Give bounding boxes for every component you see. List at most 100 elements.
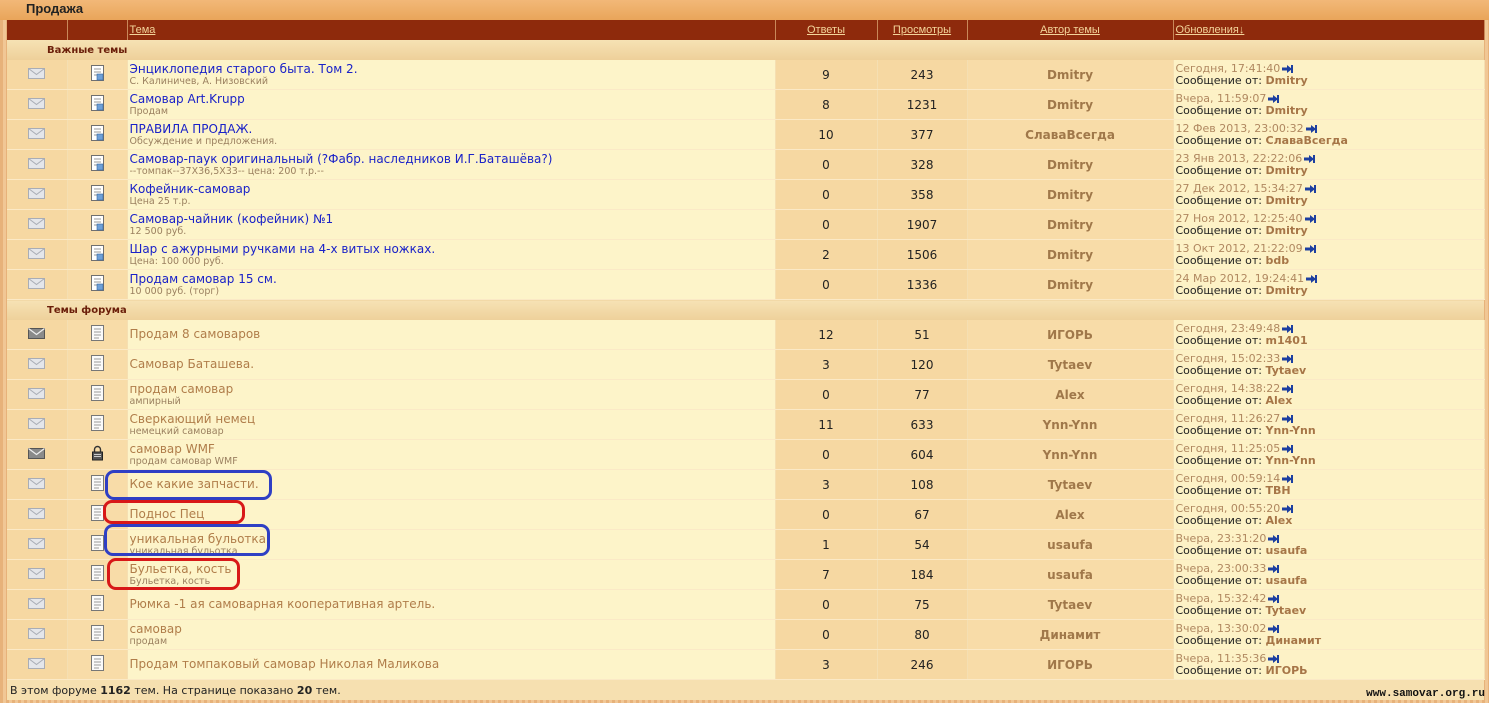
envelope-icon (28, 417, 46, 432)
topic-author-link[interactable]: Alex (967, 379, 1174, 410)
topic-author-link[interactable]: Ynn-Ynn (967, 409, 1174, 440)
go-to-last-post-icon[interactable] (1303, 242, 1316, 255)
topic-author-link[interactable]: Dmitry (967, 149, 1174, 180)
topic-author-link[interactable]: usaufa (967, 529, 1174, 560)
topic-title-link[interactable]: ПРАВИЛА ПРОДАЖ. (130, 123, 775, 136)
replies-count: 0 (775, 209, 878, 240)
topic-title-link[interactable]: Энциклопедия старого быта. Том 2. (130, 63, 775, 76)
topic-title-link[interactable]: Рюмка -1 ая самоварная кооперативная арт… (130, 598, 775, 611)
topic-title-link[interactable]: самовар (130, 623, 775, 636)
last-poster-link[interactable]: Tytaev (1266, 364, 1307, 377)
topic-author-link[interactable]: Dmitry (967, 179, 1174, 210)
topic-author-link[interactable]: Dmitry (967, 269, 1174, 300)
topic-author-link[interactable]: Dmitry (967, 209, 1174, 240)
column-views[interactable]: Просмотры (877, 20, 968, 40)
replies-count: 0 (775, 499, 878, 530)
last-poster-link[interactable]: Динамит (1266, 634, 1322, 647)
last-poster-link[interactable]: СлаваВсегда (1266, 134, 1348, 147)
views-count: 633 (877, 409, 968, 440)
topic-description: --томпак--37X36,5X33-- цена: 200 т.р.-- (129, 165, 324, 177)
last-poster-link[interactable]: Dmitry (1266, 284, 1308, 297)
topic-icon (90, 475, 104, 494)
stats-suffix: тем. (315, 683, 341, 697)
topic-title-link[interactable]: Сверкающий немец (130, 413, 775, 426)
last-poster-link[interactable]: m1401 (1266, 334, 1308, 347)
topic-author-link[interactable]: Alex (967, 499, 1174, 530)
topic-author-link[interactable]: usaufa (967, 559, 1174, 590)
topic-row: Самовар-чайник (кофейник) №1 12 500 руб.… (7, 209, 1485, 240)
category-title: Продажа (26, 1, 84, 16)
topic-author-link[interactable]: Tytaev (967, 589, 1174, 620)
lock-icon (91, 445, 104, 464)
last-poster-link[interactable]: usaufa (1266, 574, 1308, 587)
topic-description: С. Калиничев, А. Низовский (129, 75, 269, 87)
topic-title-link[interactable]: Самовар-паук оригинальный (?Фабр. наслед… (130, 153, 775, 166)
last-poster-link[interactable]: Ynn-Ynn (1266, 454, 1316, 467)
topic-icon (90, 415, 104, 434)
topic-title-link[interactable]: продам самовар (130, 383, 775, 396)
last-poster-link[interactable]: Alex (1266, 394, 1293, 407)
replies-count: 0 (775, 619, 878, 650)
topic-title-link[interactable]: Продам 8 самоваров (130, 328, 775, 341)
last-poster-link[interactable]: Dmitry (1266, 74, 1308, 87)
last-poster-link[interactable]: Dmitry (1266, 104, 1308, 117)
last-poster-link[interactable]: Alex (1266, 514, 1293, 527)
last-poster-link[interactable]: Dmitry (1266, 164, 1308, 177)
last-poster-link[interactable]: Ynn-Ynn (1266, 424, 1316, 437)
envelope-icon (28, 477, 46, 492)
views-count: 1336 (877, 269, 968, 300)
topic-author-link[interactable]: Dmitry (967, 239, 1174, 270)
topic-title-link[interactable]: Самовар Баташева. (130, 358, 775, 371)
column-author[interactable]: Автор темы (967, 20, 1174, 40)
topic-author-link[interactable]: Dmitry (967, 60, 1174, 90)
topic-author-link[interactable]: Tytaev (967, 469, 1174, 500)
envelope-icon (28, 67, 46, 82)
column-replies[interactable]: Ответы (775, 20, 878, 40)
topic-author-link[interactable]: ИГОРЬ (967, 649, 1174, 680)
column-updates[interactable]: Обновления↓ (1173, 20, 1485, 40)
views-count: 120 (877, 349, 968, 380)
column-topic[interactable]: Тема (127, 20, 776, 40)
replies-count: 3 (775, 349, 878, 380)
envelope-icon (28, 597, 46, 612)
last-poster-link[interactable]: usaufa (1266, 544, 1308, 557)
topic-author-link[interactable]: ИГОРЬ (967, 320, 1174, 350)
topic-title-link[interactable]: Самовар-чайник (кофейник) №1 (130, 213, 775, 226)
section-important-label: Важные темы (7, 40, 1484, 60)
last-poster-link[interactable]: Dmitry (1266, 224, 1308, 237)
envelope-icon (28, 567, 46, 582)
last-poster-link[interactable]: Dmitry (1266, 194, 1308, 207)
topic-author-link[interactable]: Tytaev (967, 349, 1174, 380)
envelope-icon (28, 127, 46, 142)
last-poster-link[interactable]: bdb (1266, 254, 1290, 267)
replies-count: 3 (775, 469, 878, 500)
last-poster-link[interactable]: Tytaev (1266, 604, 1307, 617)
reply-prefix: Сообщение от: (1175, 223, 1263, 237)
views-count: 377 (877, 119, 968, 150)
reply-prefix: Сообщение от: (1175, 133, 1263, 147)
topic-author-link[interactable]: СлаваВсегда (967, 119, 1174, 150)
stats-mid: тем. На странице показано (134, 683, 294, 697)
topic-title-link[interactable]: Шар с ажурными ручками на 4-х витых ножк… (130, 243, 775, 256)
topic-author-link[interactable]: Ynn-Ynn (967, 439, 1174, 470)
replies-count: 1 (775, 529, 878, 560)
topic-title-link[interactable]: Продам самовар 15 см. (130, 273, 775, 286)
topic-row: Самовар Баташева. 3 120 Tytaev Сегодня, … (7, 349, 1485, 380)
last-poster-link[interactable]: ИГОРЬ (1266, 664, 1308, 677)
topics-table: Тема Ответы Просмотры Автор темы Обновле… (7, 20, 1485, 700)
topic-row: самовар WMF продам самовар WMF 0 604 Ynn… (7, 439, 1485, 470)
topic-author-link[interactable]: Dmitry (967, 89, 1174, 120)
topic-row: Продам самовар 15 см. 10 000 руб. (торг)… (7, 269, 1485, 300)
views-count: 243 (877, 60, 968, 90)
reply-prefix: Сообщение от: (1175, 283, 1263, 297)
reply-prefix: Сообщение от: (1175, 73, 1263, 87)
topic-title-link[interactable]: Самовар Art.Krupp (130, 93, 775, 106)
topic-title-link[interactable]: Продам томпаковый самовар Николая Малико… (130, 658, 775, 671)
topic-title-link[interactable]: самовар WMF (130, 443, 775, 456)
views-count: 54 (877, 529, 968, 560)
views-count: 80 (877, 619, 968, 650)
views-count: 108 (877, 469, 968, 500)
last-poster-link[interactable]: ТВН (1266, 484, 1291, 497)
topic-title-link[interactable]: Кофейник-самовар (130, 183, 775, 196)
topic-author-link[interactable]: Динамит (967, 619, 1174, 650)
